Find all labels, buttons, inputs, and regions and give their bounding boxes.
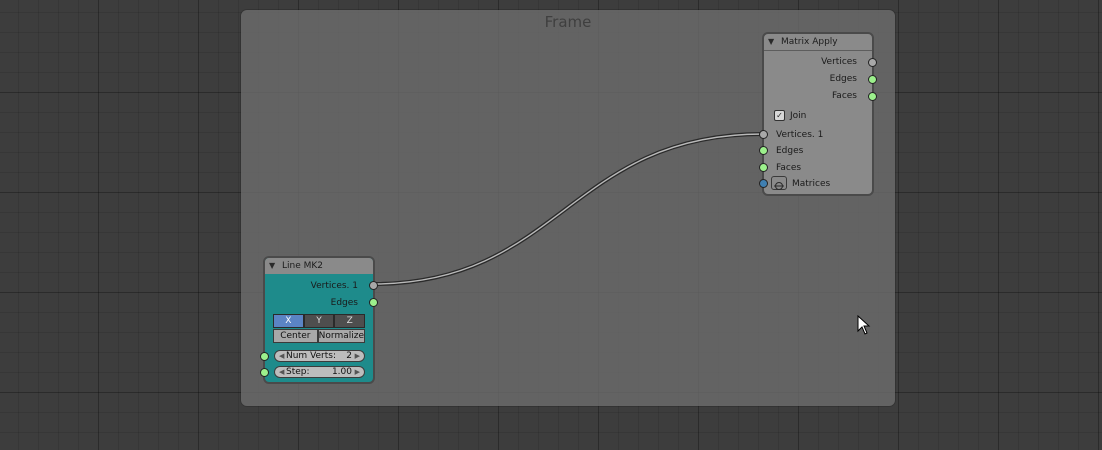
mouse-cursor-icon <box>857 315 871 335</box>
output-vertices-label: Vertices <box>821 57 857 67</box>
matrix-icon <box>771 176 787 190</box>
output-edges-label: Edges <box>330 298 358 308</box>
output-edges-socket[interactable] <box>868 75 877 84</box>
input-vertices-label: Vertices. 1 <box>776 130 824 140</box>
increment-arrow-icon[interactable]: ▶ <box>355 367 360 378</box>
decrement-arrow-icon[interactable]: ◀ <box>279 367 284 378</box>
output-faces-label: Faces <box>831 91 857 101</box>
input-edges-label: Edges <box>776 146 804 156</box>
output-vertices-socket[interactable] <box>369 281 378 290</box>
join-label: Join <box>790 111 807 121</box>
output-faces-socket[interactable] <box>868 92 877 101</box>
num-verts-slider[interactable]: ◀ Num Verts: 2 ▶ <box>274 350 365 362</box>
input-matrices-label: Matrices <box>792 179 831 189</box>
collapse-arrow-icon[interactable]: ▼ <box>269 258 275 274</box>
options-row: Center Normalize <box>273 329 365 343</box>
axis-selector: X Y Z <box>273 314 366 328</box>
step-socket[interactable] <box>260 368 269 377</box>
num-verts-label: Num Verts: <box>286 351 337 361</box>
matrix-apply-title: Matrix Apply <box>781 37 838 47</box>
step-label: Step: <box>286 367 310 377</box>
axis-z-button[interactable]: Z <box>334 314 366 328</box>
collapse-arrow-icon[interactable]: ▼ <box>768 34 774 50</box>
input-vertices-socket[interactable] <box>759 130 768 139</box>
frame-title: Frame <box>544 13 592 31</box>
output-edges-socket[interactable] <box>369 298 378 307</box>
join-checkbox[interactable]: ✓ <box>774 110 785 121</box>
input-edges-socket[interactable] <box>759 146 768 155</box>
step-value: 1.00 <box>331 367 352 377</box>
output-edges-label: Edges <box>829 74 857 84</box>
input-matrices-socket[interactable] <box>759 179 768 188</box>
matrix-apply-node[interactable]: ▼ Matrix Apply Vertices Edges Faces ✓ Jo… <box>759 32 877 196</box>
input-faces-label: Faces <box>776 163 802 173</box>
increment-arrow-icon[interactable]: ▶ <box>355 351 360 362</box>
num-verts-socket[interactable] <box>260 352 269 361</box>
normalize-button[interactable]: Normalize <box>317 329 365 343</box>
axis-y-button[interactable]: Y <box>303 314 335 328</box>
decrement-arrow-icon[interactable]: ◀ <box>279 351 284 362</box>
num-verts-value: 2 <box>346 351 352 361</box>
line-mk2-node[interactable]: ▼ Line MK2 Vertices. 1 Edges X Y Z Cente… <box>260 256 378 384</box>
line-mk2-title: Line MK2 <box>282 261 324 271</box>
step-slider[interactable]: ◀ Step: 1.00 ▶ <box>274 366 365 378</box>
output-vertices-socket[interactable] <box>868 58 877 67</box>
matrix-apply-header[interactable]: ▼ Matrix Apply <box>764 34 872 50</box>
center-button[interactable]: Center <box>273 329 318 343</box>
line-mk2-header[interactable]: ▼ Line MK2 <box>265 258 373 274</box>
axis-x-button[interactable]: X <box>273 314 304 328</box>
input-faces-socket[interactable] <box>759 163 768 172</box>
output-vertices-label: Vertices. 1 <box>310 281 358 291</box>
